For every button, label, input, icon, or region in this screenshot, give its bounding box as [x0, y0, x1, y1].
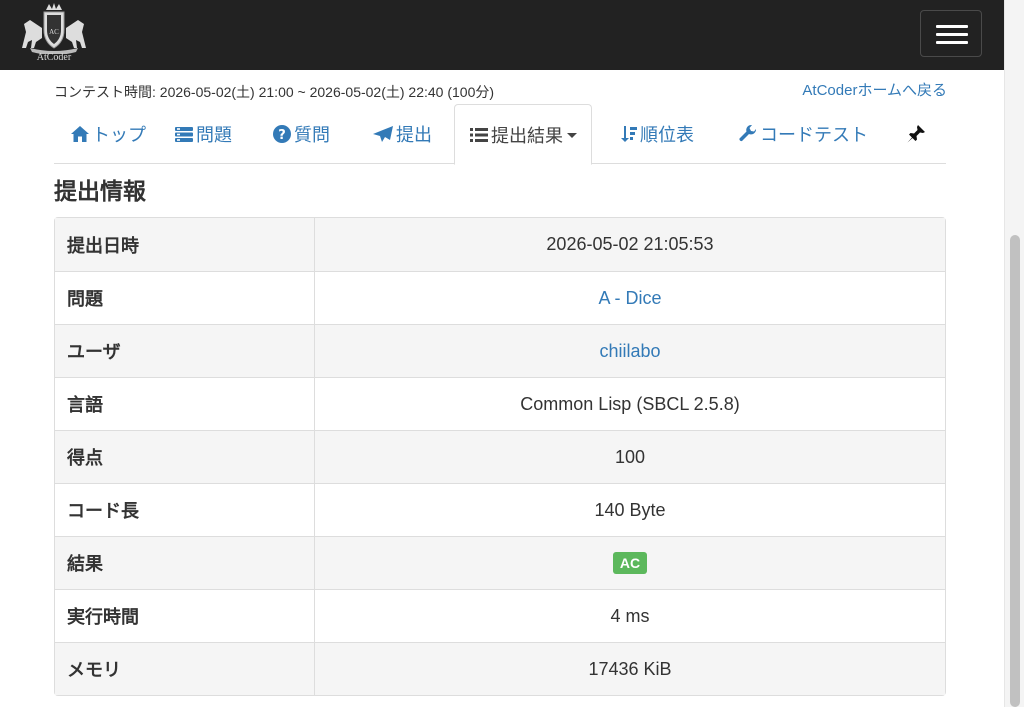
memory-value: 17436 KiB [315, 642, 945, 695]
tab-label: トップ [92, 125, 146, 145]
chevron-down-icon [567, 133, 577, 138]
list-icon [469, 127, 489, 143]
tab-submit[interactable]: 提出 [372, 104, 432, 164]
svg-text:AC: AC [49, 28, 59, 36]
row-label: コード長 [55, 483, 315, 536]
pin-button[interactable] [906, 104, 928, 164]
table-row: 言語 Common Lisp (SBCL 2.5.8) [55, 377, 945, 430]
table-row: 実行時間 4 ms [55, 589, 945, 642]
task-link[interactable]: A - Dice [598, 288, 661, 308]
user-link[interactable]: chiilabo [599, 341, 660, 361]
tab-clarifications[interactable]: ? 質問 [272, 104, 330, 164]
row-label: 結果 [55, 536, 315, 589]
question-icon: ? [272, 124, 292, 144]
code-length-value: 140 Byte [315, 483, 945, 536]
page-title: 提出情報 [54, 178, 146, 204]
table-row: コード長 140 Byte [55, 483, 945, 536]
tab-tasks[interactable]: 問題 [174, 104, 232, 164]
language-value: Common Lisp (SBCL 2.5.8) [315, 377, 945, 430]
top-navbar: AC AtCoder [0, 0, 1004, 70]
tab-label: 提出結果 [491, 125, 563, 146]
table-row: 結果 AC [55, 536, 945, 589]
tab-top[interactable]: トップ [70, 104, 146, 164]
atcoder-home-link[interactable]: AtCoderホームへ戻る [802, 79, 947, 100]
scrollbar-thumb[interactable] [1010, 235, 1020, 707]
score-value: 100 [315, 430, 945, 483]
tab-label: 問題 [196, 125, 232, 145]
hamburger-icon [936, 25, 968, 28]
row-label: 言語 [55, 377, 315, 430]
table-row: 提出日時 2026-05-02 21:05:53 [55, 218, 945, 271]
row-label: 実行時間 [55, 589, 315, 642]
submission-time: 2026-05-02 21:05:53 [315, 218, 945, 271]
tab-label: 順位表 [640, 125, 694, 145]
status-badge: AC [612, 552, 648, 574]
tab-label: 質問 [294, 125, 330, 145]
pin-icon [906, 124, 926, 144]
crest-icon: AC [22, 3, 86, 55]
table-row: メモリ 17436 KiB [55, 642, 945, 695]
table-row: 問題 A - Dice [55, 271, 945, 324]
wrench-icon [738, 124, 758, 144]
contest-time: コンテスト時間: 2026-05-02(土) 21:00 ~ 2026-05-0… [54, 84, 495, 100]
row-label: ユーザ [55, 324, 315, 377]
tab-custom-test[interactable]: コードテスト [738, 104, 868, 164]
tab-label: コードテスト [760, 125, 868, 145]
contest-nav-tabs: トップ 問題 ? 質問 提出 提出結果 順位表 コードテスト [54, 104, 946, 165]
task-cell: A - Dice [315, 271, 945, 324]
submission-info-table: 提出日時 2026-05-02 21:05:53 問題 A - Dice ユーザ… [54, 217, 946, 696]
row-label: 得点 [55, 430, 315, 483]
svg-text:?: ? [278, 128, 286, 143]
sort-icon [620, 125, 638, 143]
tab-label: 提出 [396, 125, 432, 145]
hamburger-bar [936, 33, 968, 36]
tab-standings[interactable]: 順位表 [620, 104, 694, 164]
home-icon [70, 125, 90, 143]
logo-text: AtCoder [36, 52, 72, 63]
row-label: 提出日時 [55, 218, 315, 271]
row-label: 問題 [55, 271, 315, 324]
send-icon [372, 125, 394, 143]
menu-toggle-button[interactable] [920, 10, 982, 57]
result-cell: AC [315, 536, 945, 589]
table-row: ユーザ chiilabo [55, 324, 945, 377]
tab-submissions[interactable]: 提出結果 [454, 104, 592, 165]
exec-time-value: 4 ms [315, 589, 945, 642]
table-row: 得点 100 [55, 430, 945, 483]
tasks-icon [174, 126, 194, 142]
row-label: メモリ [55, 642, 315, 695]
atcoder-logo[interactable]: AC AtCoder [16, 2, 92, 64]
user-cell: chiilabo [315, 324, 945, 377]
hamburger-bar [936, 41, 968, 44]
